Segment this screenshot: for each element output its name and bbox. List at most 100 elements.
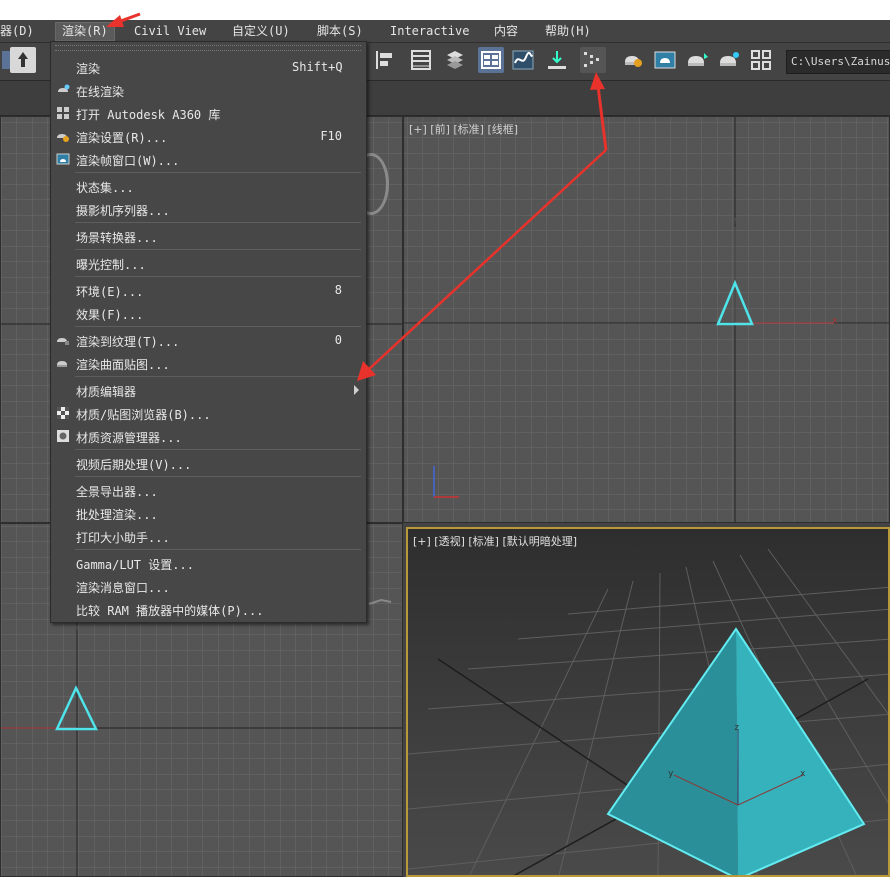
menu-item-a360-gallery[interactable]: 打开 Autodesk A360 库	[52, 103, 365, 123]
menu-item-label: 状态集...	[76, 181, 134, 195]
menu-scripting[interactable]: 脚本(S)	[317, 23, 363, 40]
menu-item-label: 渲染设置(R)...	[76, 131, 168, 145]
menu-item-material-map-browser[interactable]: 材质/贴图浏览器(B)...	[52, 403, 365, 423]
menu-interactive[interactable]: Interactive	[390, 23, 469, 40]
schematic-view-icon[interactable]	[544, 47, 570, 73]
menu-separator	[75, 449, 361, 450]
menu-item-camera-sequencer[interactable]: 摄影机序列器...	[52, 199, 365, 219]
menu-editors[interactable]: 器(D)	[0, 23, 34, 40]
persp-axis-z: z	[734, 723, 740, 733]
menu-civil-view[interactable]: Civil View	[134, 23, 206, 40]
scene-explorer-icon[interactable]	[408, 47, 434, 73]
menu-item-label: Gamma/LUT 设置...	[76, 558, 194, 572]
render-setup-icon	[57, 134, 69, 142]
menu-item-effects[interactable]: 效果(F)...	[52, 303, 365, 323]
menu-item-label: 视频后期处理(V)...	[76, 458, 192, 472]
menu-item-material-explorer[interactable]: 材质资源管理器...	[52, 426, 365, 446]
menu-item-label: 场景转换器...	[76, 231, 158, 245]
submenu-arrow-icon	[354, 385, 359, 395]
menu-item-label: 批处理渲染...	[76, 508, 158, 522]
toggle-ribbon-icon[interactable]	[478, 47, 504, 73]
left-axis-z: z	[74, 623, 80, 633]
menu-item-online-render[interactable]: 在线渲染	[52, 80, 365, 100]
teapot-cloud-icon	[58, 84, 70, 92]
viewport-front-grid	[404, 117, 889, 522]
frame-window-icon	[56, 153, 70, 165]
menu-item-video-post[interactable]: 视频后期处理(V)...	[52, 453, 365, 473]
render-production-icon[interactable]	[684, 47, 710, 73]
menu-item-label: 材质编辑器	[76, 385, 137, 399]
menu-customize[interactable]: 自定义(U)	[232, 23, 290, 40]
menu-help[interactable]: 帮助(H)	[545, 23, 591, 40]
viewport-perspective-grid	[408, 529, 888, 875]
menu-item-render[interactable]: 渲染 Shift+Q	[52, 57, 365, 77]
viewport-front[interactable]: [+] [前] [标准] [线框] z x	[403, 116, 890, 523]
rendered-frame-window-icon[interactable]	[652, 47, 678, 73]
menu-separator	[75, 549, 361, 550]
menu-separator	[75, 222, 361, 223]
menu-separator	[75, 276, 361, 277]
layer-explorer-icon[interactable]	[442, 47, 468, 73]
menu-item-material-editor[interactable]: 材质编辑器	[52, 380, 365, 400]
menu-item-batch-render[interactable]: 批处理渲染...	[52, 503, 365, 523]
material-explorer-icon	[57, 430, 69, 442]
menu-item-shortcut: Shift+Q	[292, 60, 343, 74]
menu-item-label: 渲染帧窗口(W)...	[76, 154, 180, 168]
menu-item-state-sets[interactable]: 状态集...	[52, 176, 365, 196]
front-axis-z: z	[732, 216, 738, 226]
menu-item-exposure-control[interactable]: 曝光控制...	[52, 253, 365, 273]
menu-item-label: 曝光控制...	[76, 258, 146, 272]
menu-item-label: 渲染到纹理(T)...	[76, 335, 180, 349]
front-axis-x: x	[832, 316, 838, 326]
menu-bar: 器(D) 渲染(R) Civil View 自定义(U) 脚本(S) Inter…	[0, 20, 890, 43]
menu-item-render-surface-map[interactable]: 渲染曲面贴图...	[52, 353, 365, 373]
menu-item-render-setup[interactable]: 渲染设置(R)... F10	[52, 126, 365, 146]
menu-separator	[75, 172, 361, 173]
menu-item-label: 打印大小助手...	[76, 531, 170, 545]
menu-item-gamma-lut-setup[interactable]: Gamma/LUT 设置...	[52, 553, 365, 573]
menu-content[interactable]: 内容	[494, 23, 518, 40]
menu-item-label: 渲染消息窗口...	[76, 581, 170, 595]
render-grid-icon[interactable]	[748, 47, 774, 73]
render-setup-icon[interactable]	[620, 47, 646, 73]
menu-item-render-to-texture[interactable]: 渲染到纹理(T)... 0	[52, 330, 365, 350]
menu-item-label: 全景导出器...	[76, 485, 158, 499]
menu-item-rendered-frame-window[interactable]: 渲染帧窗口(W)...	[52, 149, 365, 169]
render-activeshade-icon[interactable]	[716, 47, 742, 73]
menu-item-panorama-exporter[interactable]: 全景导出器...	[52, 480, 365, 500]
menu-item-label: 环境(E)...	[76, 285, 144, 299]
menu-item-label: 效果(F)...	[76, 308, 144, 322]
menu-item-scene-converter[interactable]: 场景转换器...	[52, 226, 365, 246]
project-path-field[interactable]: C:\Users\Zainus_	[786, 50, 890, 74]
menu-tearoff-grip[interactable]	[55, 45, 361, 51]
material-editor-icon[interactable]	[580, 47, 606, 73]
menu-item-label: 摄影机序列器...	[76, 204, 170, 218]
checker-map-icon	[57, 407, 69, 419]
menu-item-label: 打开 Autodesk A360 库	[76, 108, 221, 122]
menu-item-label: 渲染	[76, 62, 101, 76]
persp-axis-y: y	[668, 769, 674, 779]
menu-item-environment[interactable]: 环境(E)... 8	[52, 280, 365, 300]
menu-separator	[75, 326, 361, 327]
menu-separator	[75, 476, 361, 477]
persp-axis-x: x	[800, 769, 806, 779]
teapot-surface-icon	[57, 361, 67, 367]
menu-item-label: 渲染曲面贴图...	[76, 358, 170, 372]
viewport-perspective[interactable]: [+] [透视] [标准] [默认明暗处理] z y x	[406, 527, 890, 877]
menu-render[interactable]: 渲染(R)	[55, 22, 115, 41]
render-menu-dropdown: 渲染 Shift+Q 在线渲染 打开 Autodesk A360 库 渲染设置(…	[50, 41, 367, 623]
menu-item-shortcut: F10	[320, 129, 342, 143]
viewport-front-label[interactable]: [+] [前] [标准] [线框]	[409, 121, 518, 137]
align-icon[interactable]	[372, 47, 398, 73]
curve-editor-icon[interactable]	[510, 47, 536, 73]
gallery-grid-icon	[57, 107, 69, 119]
menu-separator	[75, 249, 361, 250]
menu-item-label: 比较 RAM 播放器中的媒体(P)...	[76, 604, 264, 618]
menu-item-label: 在线渲染	[76, 85, 125, 99]
menu-item-label: 材质/贴图浏览器(B)...	[76, 408, 211, 422]
menu-item-render-message-window[interactable]: 渲染消息窗口...	[52, 576, 365, 596]
menu-item-compare-ram-player[interactable]: 比较 RAM 播放器中的媒体(P)...	[52, 599, 365, 619]
menu-item-print-size-assistant[interactable]: 打印大小助手...	[52, 526, 365, 546]
viewport-perspective-label[interactable]: [+] [透视] [标准] [默认明暗处理]	[413, 533, 577, 549]
select-link-icon[interactable]	[10, 47, 36, 73]
